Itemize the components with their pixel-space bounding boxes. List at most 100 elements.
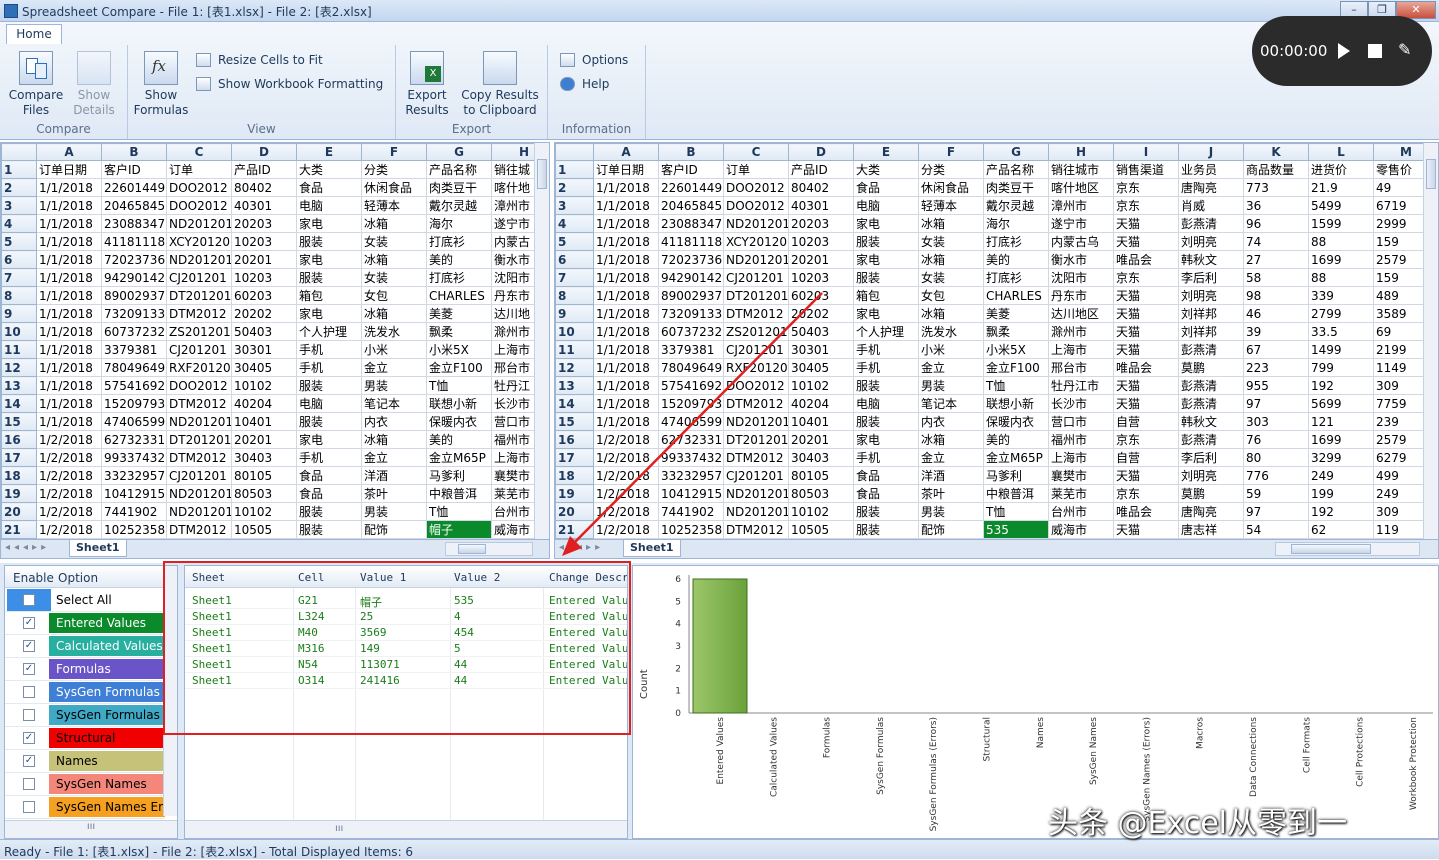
cell[interactable]: 30403	[788, 448, 854, 467]
cell[interactable]: 电脑	[296, 196, 362, 215]
option-checkbox[interactable]	[23, 801, 35, 813]
cell[interactable]: ND201201	[723, 502, 789, 521]
cell[interactable]: 天猫	[1113, 286, 1179, 305]
cell[interactable]: 客户ID	[101, 160, 167, 179]
row-header[interactable]: 5	[1, 232, 37, 251]
cell[interactable]: 肉类豆干	[426, 178, 492, 197]
cell[interactable]: 57541692	[101, 376, 167, 395]
cell[interactable]: 订单日期	[593, 160, 659, 179]
cell[interactable]: 5699	[1308, 394, 1374, 413]
cell[interactable]: 服装	[296, 520, 362, 539]
cell[interactable]: 唯品会	[1113, 250, 1179, 269]
cell[interactable]: 天猫	[1113, 340, 1179, 359]
cell[interactable]: 20201	[231, 250, 297, 269]
cell[interactable]: 马爹利	[426, 466, 492, 485]
cell[interactable]: 订单	[723, 160, 789, 179]
option-label[interactable]: SysGen Formulas	[53, 682, 165, 702]
cell[interactable]: 产品ID	[788, 160, 854, 179]
cell[interactable]: 洗发水	[918, 322, 984, 341]
cell[interactable]: 20465845	[101, 196, 167, 215]
cell[interactable]: 3299	[1308, 448, 1374, 467]
option-checkbox[interactable]: ✓	[23, 755, 35, 767]
cell[interactable]: CHARLES	[983, 286, 1049, 305]
sheet-file1-hscroll[interactable]	[445, 542, 533, 556]
row-header[interactable]: 13	[555, 376, 594, 395]
cell[interactable]: 21.9	[1308, 178, 1374, 197]
cell[interactable]: 1/1/2018	[593, 322, 659, 341]
cell[interactable]: ZS201201	[723, 322, 789, 341]
cell[interactable]: 94290142	[658, 268, 724, 287]
cell[interactable]: 金立M65P	[983, 448, 1049, 467]
row-header[interactable]: 5	[555, 232, 594, 251]
cell[interactable]: 服装	[853, 268, 919, 287]
cell[interactable]: 刘明亮	[1178, 466, 1244, 485]
cell[interactable]: 洋酒	[918, 466, 984, 485]
cell[interactable]: 内蒙古乌	[1048, 232, 1114, 251]
row-header[interactable]: 6	[1, 250, 37, 269]
cell[interactable]: 服装	[853, 232, 919, 251]
cell[interactable]: 京东	[1113, 178, 1179, 197]
cell[interactable]: 笔记本	[918, 394, 984, 413]
cell[interactable]: 776	[1243, 466, 1309, 485]
row-header[interactable]: 11	[555, 340, 594, 359]
cell[interactable]: 海尔	[426, 214, 492, 233]
cell[interactable]: 23088347	[101, 214, 167, 233]
cell[interactable]: 27	[1243, 250, 1309, 269]
row-header[interactable]: 1	[555, 160, 594, 179]
cell[interactable]: 99337432	[658, 448, 724, 467]
cell[interactable]: 1/1/2018	[36, 340, 102, 359]
row-header[interactable]: 4	[1, 214, 37, 233]
cell[interactable]: CJ201201	[166, 340, 232, 359]
cell[interactable]: 40204	[788, 394, 854, 413]
cell[interactable]: 22601449	[658, 178, 724, 197]
cell[interactable]: 97	[1243, 394, 1309, 413]
cell[interactable]: 121	[1308, 412, 1374, 431]
cell[interactable]: 10102	[231, 376, 297, 395]
cell[interactable]: 天猫	[1113, 466, 1179, 485]
cell[interactable]: 衡水市	[1048, 250, 1114, 269]
cell[interactable]: 天猫	[1113, 232, 1179, 251]
cell[interactable]: 京东	[1113, 430, 1179, 449]
cell[interactable]: 家电	[853, 250, 919, 269]
cell[interactable]: 唯品会	[1113, 502, 1179, 521]
cell[interactable]: 46	[1243, 304, 1309, 323]
cell[interactable]: 60203	[231, 286, 297, 305]
cell[interactable]: 食品	[296, 178, 362, 197]
row-header[interactable]: 21	[1, 520, 37, 539]
sheet1-tab-file2[interactable]: Sheet1	[623, 540, 681, 557]
cell[interactable]: 80402	[788, 178, 854, 197]
cell[interactable]: 洋酒	[361, 466, 427, 485]
cell[interactable]: 产品名称	[983, 160, 1049, 179]
cell[interactable]: 33232957	[101, 466, 167, 485]
column-header[interactable]: G	[426, 143, 492, 161]
col-cell[interactable]: Cell	[298, 571, 356, 584]
cell[interactable]: 10505	[788, 520, 854, 539]
cell[interactable]: 手机	[853, 448, 919, 467]
cell[interactable]: 电脑	[853, 196, 919, 215]
column-header[interactable]: B	[101, 143, 167, 161]
corner-cell[interactable]	[1, 143, 37, 161]
row-header[interactable]: 21	[555, 520, 594, 539]
cell[interactable]: 漳州市	[1048, 196, 1114, 215]
cell[interactable]: 30405	[788, 358, 854, 377]
cell[interactable]: 30301	[788, 340, 854, 359]
cell[interactable]: 唯品会	[1113, 358, 1179, 377]
sheet-file2-grid[interactable]: A B C D E F G H I J K L M 1 订单日期 客户ID 订单 产品ID 大类 分类 产品名称 销往城市…	[555, 143, 1438, 557]
cell[interactable]: 保暖内衣	[983, 412, 1049, 431]
pen-icon[interactable]: ✎	[1398, 40, 1411, 59]
cell[interactable]: 1/1/2018	[593, 376, 659, 395]
cell[interactable]: 1/2/2018	[593, 430, 659, 449]
cell[interactable]: 60737232	[658, 322, 724, 341]
option-checkbox[interactable]	[23, 709, 35, 721]
corner-cell[interactable]	[555, 143, 594, 161]
column-header[interactable]: E	[296, 143, 362, 161]
option-label[interactable]: Select All	[53, 590, 165, 610]
cell[interactable]: 10401	[231, 412, 297, 431]
cell[interactable]: 1/1/2018	[593, 214, 659, 233]
cell[interactable]: 小米5X	[983, 340, 1049, 359]
cell[interactable]: 食品	[296, 484, 362, 503]
option-checkbox[interactable]	[23, 778, 35, 790]
sheet-nav-arrows[interactable]: ◂◂◂▸▸	[5, 542, 50, 553]
cell[interactable]: 80	[1243, 448, 1309, 467]
sheet-file2[interactable]: A B C D E F G H I J K L M 1 订单日期 客户ID 订单 产品ID 大类 分类 产品名称 销往城市…	[554, 142, 1439, 559]
